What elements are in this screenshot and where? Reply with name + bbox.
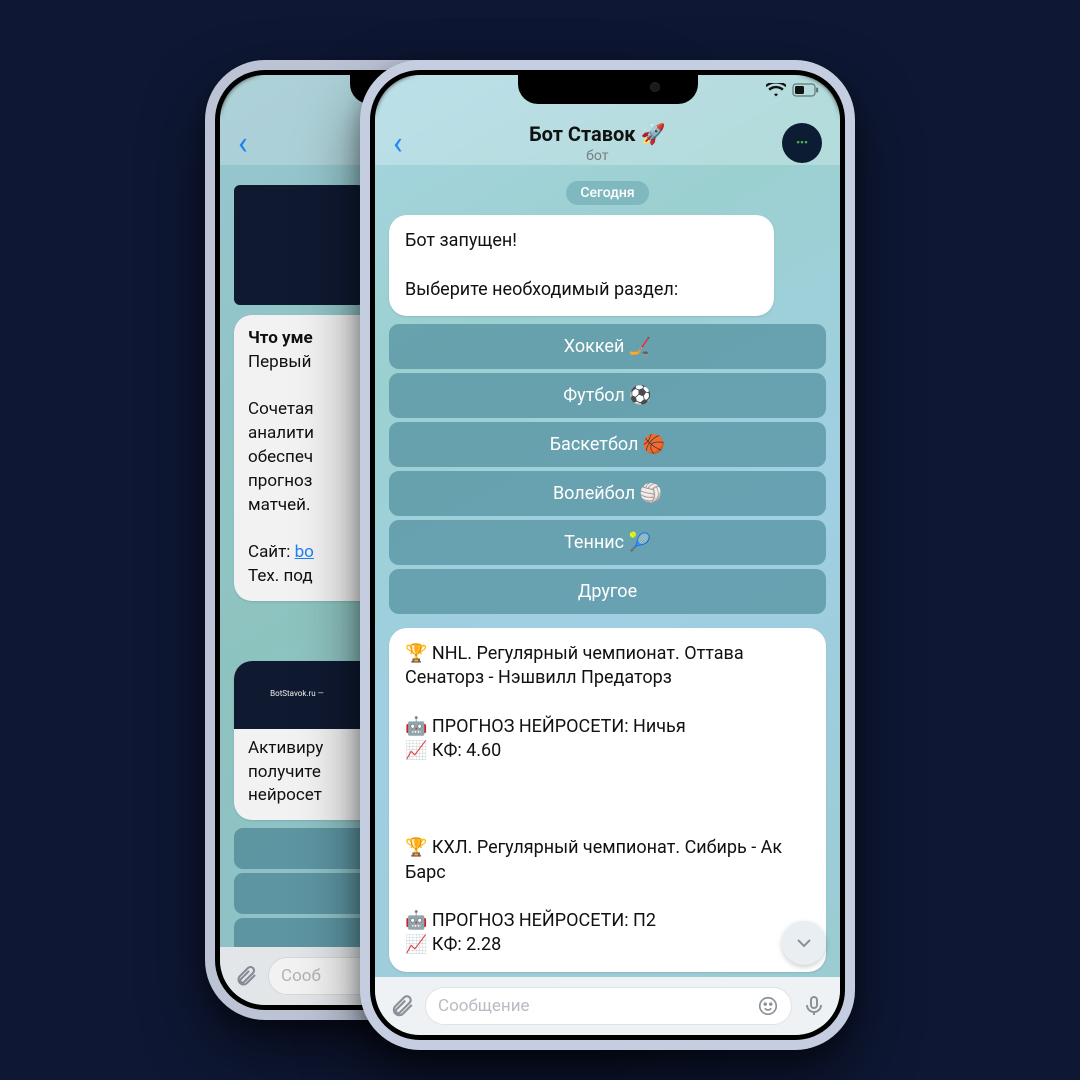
promo-thumbnail: BotStavok.ru —	[234, 661, 362, 729]
about-line: прогноз	[248, 471, 312, 491]
mic-icon[interactable]	[802, 994, 826, 1018]
about-line: Сочетая	[248, 399, 314, 419]
promo-line: нейросет	[248, 785, 322, 805]
date-pill: Сегодня	[566, 181, 648, 205]
sticker-icon[interactable]	[757, 995, 779, 1017]
message-placeholder: Сообщение	[438, 996, 530, 1016]
about-heading: Что уме	[248, 328, 313, 348]
avatar[interactable]: •••	[782, 123, 822, 163]
chat-title: Бот Ставок 🚀	[413, 122, 782, 146]
sport-button-basketball[interactable]: Баскетбол 🏀	[389, 422, 826, 467]
predictions-message: 🏆 NHL. Регулярный чемпионат. Оттава Сена…	[389, 628, 826, 972]
attach-icon[interactable]	[234, 964, 258, 988]
scroll-down-button[interactable]	[782, 921, 826, 965]
promo-line: получите	[248, 762, 321, 782]
wifi-icon	[766, 83, 786, 97]
site-link[interactable]: bo	[295, 542, 314, 562]
sport-button-volleyball[interactable]: Волейбол 🏐	[389, 471, 826, 516]
sport-buttons-group: Хоккей 🏒 Футбол ⚽ Баскетбол 🏀 Волейбол 🏐…	[389, 324, 826, 614]
about-line: аналити	[248, 423, 314, 443]
pred-line: 🏆 NHL. Регулярный чемпионат. Оттава Сена…	[405, 643, 744, 688]
chat-subtitle: бот	[413, 148, 782, 164]
promo-line: Активиру	[248, 738, 323, 758]
about-line: обеспеч	[248, 447, 313, 467]
support-line: Тех. под	[248, 566, 313, 586]
status-bar	[766, 83, 820, 97]
pred-line: 🤖 ПРОГНОЗ НЕЙРОСЕТИ: П2	[405, 910, 656, 931]
attach-icon[interactable]	[389, 993, 415, 1019]
about-line: матчей.	[248, 495, 310, 515]
phone-frame-front: ‹ Бот Ставок 🚀 бот ••• Сегодня Бот запущ…	[360, 60, 855, 1050]
intro-line: Выберите необходимый раздел:	[405, 279, 678, 300]
promo-thumbnail-label: BotStavok.ru —	[270, 688, 324, 699]
sport-button-hockey[interactable]: Хоккей 🏒	[389, 324, 826, 369]
message-placeholder: Сооб	[281, 966, 321, 986]
pred-line: 🤖 ПРОГНОЗ НЕЙРОСЕТИ: Ничья	[405, 716, 686, 737]
header-title-block[interactable]: Бот Ставок 🚀 бот	[413, 122, 782, 164]
message-input[interactable]: Сообщение	[425, 987, 792, 1025]
pred-line: 📈 КФ: 2.28	[405, 934, 501, 955]
message-input-bar: Сообщение	[375, 977, 840, 1035]
chat-body-front: Сегодня Бот запущен! Выберите необходимы…	[375, 165, 840, 1035]
back-chevron-icon[interactable]: ‹	[393, 127, 413, 159]
sport-button-other[interactable]: Другое	[389, 569, 826, 614]
pred-line: 🏆 КХЛ. Регулярный чемпионат. Сибирь - Ак…	[405, 837, 782, 882]
intro-line: Бот запущен!	[405, 230, 517, 251]
pred-line: 📈 КФ: 4.60	[405, 740, 501, 761]
intro-message: Бот запущен! Выберите необходимый раздел…	[389, 215, 774, 316]
sport-button-football[interactable]: Футбол ⚽	[389, 373, 826, 418]
phone-notch	[518, 70, 698, 104]
preview-card-dark	[234, 185, 364, 305]
sport-button-tennis[interactable]: Теннис 🎾	[389, 520, 826, 565]
about-line: Первый	[248, 352, 311, 372]
battery-icon	[792, 83, 820, 97]
back-chevron-icon[interactable]: ‹	[238, 127, 258, 159]
screen-front: ‹ Бот Ставок 🚀 бот ••• Сегодня Бот запущ…	[375, 75, 840, 1035]
phone-bezel: ‹ Бот Ставок 🚀 бот ••• Сегодня Бот запущ…	[370, 70, 845, 1040]
site-label: Сайт:	[248, 542, 295, 562]
